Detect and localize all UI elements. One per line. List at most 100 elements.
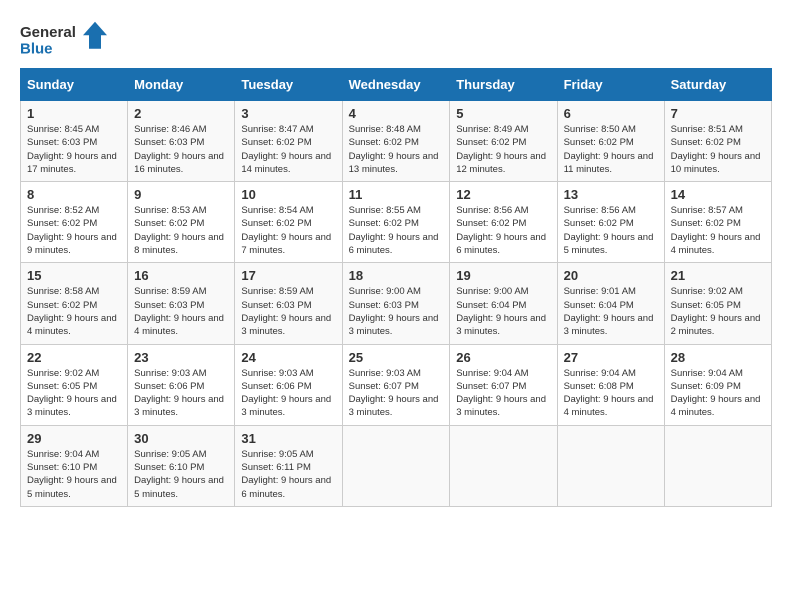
day-number: 21 xyxy=(671,268,765,283)
weekday-header-sunday: Sunday xyxy=(21,69,128,101)
calendar-cell: 1 Sunrise: 8:45 AMSunset: 6:03 PMDaylight… xyxy=(21,101,128,182)
day-info: Sunrise: 8:53 AMSunset: 6:02 PMDaylight:… xyxy=(134,204,228,257)
day-number: 1 xyxy=(27,106,121,121)
calendar-cell: 29Sunrise: 9:04 AMSunset: 6:10 PMDayligh… xyxy=(21,425,128,506)
header: GeneralBlue xyxy=(20,20,772,58)
calendar-cell: 23 Sunrise: 9:03 AMSunset: 6:06 PMDayligh… xyxy=(128,344,235,425)
day-info: Sunrise: 8:59 AMSunset: 6:03 PMDaylight:… xyxy=(241,285,335,338)
day-number: 13 xyxy=(564,187,658,202)
calendar-cell: 5 Sunrise: 8:49 AMSunset: 6:02 PMDaylight… xyxy=(450,101,557,182)
day-number: 22 xyxy=(27,350,121,365)
day-info: Sunrise: 9:04 AMSunset: 6:08 PMDaylight:… xyxy=(564,367,658,420)
calendar-cell: 3 Sunrise: 8:47 AMSunset: 6:02 PMDaylight… xyxy=(235,101,342,182)
calendar-cell xyxy=(664,425,771,506)
day-info: Sunrise: 8:58 AMSunset: 6:02 PMDaylight:… xyxy=(27,285,121,338)
week-row-3: 15 Sunrise: 8:58 AMSunset: 6:02 PMDayligh… xyxy=(21,263,772,344)
day-number: 16 xyxy=(134,268,228,283)
day-number: 8 xyxy=(27,187,121,202)
day-info: Sunrise: 8:56 AMSunset: 6:02 PMDaylight:… xyxy=(564,204,658,257)
day-number: 11 xyxy=(349,187,444,202)
day-info: Sunrise: 8:47 AMSunset: 6:02 PMDaylight:… xyxy=(241,123,335,176)
day-info: Sunrise: 8:46 AMSunset: 6:03 PMDaylight:… xyxy=(134,123,228,176)
calendar-cell: 17 Sunrise: 8:59 AMSunset: 6:03 PMDayligh… xyxy=(235,263,342,344)
day-number: 25 xyxy=(349,350,444,365)
calendar-cell: 14 Sunrise: 8:57 AMSunset: 6:02 PMDayligh… xyxy=(664,182,771,263)
day-info: Sunrise: 9:02 AMSunset: 6:05 PMDaylight:… xyxy=(27,367,121,420)
day-info: Sunrise: 9:00 AMSunset: 6:03 PMDaylight:… xyxy=(349,285,444,338)
calendar-cell: 15 Sunrise: 8:58 AMSunset: 6:02 PMDayligh… xyxy=(21,263,128,344)
week-row-2: 8 Sunrise: 8:52 AMSunset: 6:02 PMDaylight… xyxy=(21,182,772,263)
day-info: Sunrise: 8:49 AMSunset: 6:02 PMDaylight:… xyxy=(456,123,550,176)
calendar-cell: 16 Sunrise: 8:59 AMSunset: 6:03 PMDayligh… xyxy=(128,263,235,344)
calendar-cell: 20 Sunrise: 9:01 AMSunset: 6:04 PMDayligh… xyxy=(557,263,664,344)
day-info: Sunrise: 8:57 AMSunset: 6:02 PMDaylight:… xyxy=(671,204,765,257)
day-number: 5 xyxy=(456,106,550,121)
calendar-cell: 2 Sunrise: 8:46 AMSunset: 6:03 PMDaylight… xyxy=(128,101,235,182)
calendar: SundayMondayTuesdayWednesdayThursdayFrid… xyxy=(20,68,772,507)
calendar-cell: 8 Sunrise: 8:52 AMSunset: 6:02 PMDaylight… xyxy=(21,182,128,263)
calendar-cell: 22 Sunrise: 9:02 AMSunset: 6:05 PMDayligh… xyxy=(21,344,128,425)
calendar-cell: 21 Sunrise: 9:02 AMSunset: 6:05 PMDayligh… xyxy=(664,263,771,344)
day-number: 23 xyxy=(134,350,228,365)
day-number: 10 xyxy=(241,187,335,202)
week-row-1: 1 Sunrise: 8:45 AMSunset: 6:03 PMDaylight… xyxy=(21,101,772,182)
day-number: 28 xyxy=(671,350,765,365)
day-number: 30 xyxy=(134,431,228,446)
weekday-header-thursday: Thursday xyxy=(450,69,557,101)
calendar-cell: 31 Sunrise: 9:05 AMSunset: 6:11 PMDayligh… xyxy=(235,425,342,506)
day-number: 19 xyxy=(456,268,550,283)
day-number: 29 xyxy=(27,431,121,446)
calendar-cell: 24 Sunrise: 9:03 AMSunset: 6:06 PMDayligh… xyxy=(235,344,342,425)
day-number: 20 xyxy=(564,268,658,283)
logo-svg: GeneralBlue xyxy=(20,20,110,58)
calendar-cell: 25 Sunrise: 9:03 AMSunset: 6:07 PMDayligh… xyxy=(342,344,450,425)
calendar-cell: 4 Sunrise: 8:48 AMSunset: 6:02 PMDaylight… xyxy=(342,101,450,182)
week-row-4: 22 Sunrise: 9:02 AMSunset: 6:05 PMDayligh… xyxy=(21,344,772,425)
day-info: Sunrise: 9:05 AMSunset: 6:10 PMDaylight:… xyxy=(134,448,228,501)
day-info: Sunrise: 8:59 AMSunset: 6:03 PMDaylight:… xyxy=(134,285,228,338)
weekday-header-tuesday: Tuesday xyxy=(235,69,342,101)
day-info: Sunrise: 8:51 AMSunset: 6:02 PMDaylight:… xyxy=(671,123,765,176)
day-number: 14 xyxy=(671,187,765,202)
calendar-cell: 13 Sunrise: 8:56 AMSunset: 6:02 PMDayligh… xyxy=(557,182,664,263)
day-number: 9 xyxy=(134,187,228,202)
day-info: Sunrise: 8:50 AMSunset: 6:02 PMDaylight:… xyxy=(564,123,658,176)
logo: GeneralBlue xyxy=(20,20,110,58)
day-number: 26 xyxy=(456,350,550,365)
calendar-cell: 30 Sunrise: 9:05 AMSunset: 6:10 PMDayligh… xyxy=(128,425,235,506)
day-number: 7 xyxy=(671,106,765,121)
calendar-cell: 28 Sunrise: 9:04 AMSunset: 6:09 PMDayligh… xyxy=(664,344,771,425)
day-number: 31 xyxy=(241,431,335,446)
day-number: 2 xyxy=(134,106,228,121)
calendar-cell: 27Sunrise: 9:04 AMSunset: 6:08 PMDayligh… xyxy=(557,344,664,425)
weekday-header-wednesday: Wednesday xyxy=(342,69,450,101)
day-info: Sunrise: 9:01 AMSunset: 6:04 PMDaylight:… xyxy=(564,285,658,338)
day-info: Sunrise: 9:04 AMSunset: 6:07 PMDaylight:… xyxy=(456,367,550,420)
calendar-cell xyxy=(450,425,557,506)
day-number: 6 xyxy=(564,106,658,121)
day-info: Sunrise: 8:45 AMSunset: 6:03 PMDaylight:… xyxy=(27,123,121,176)
day-number: 12 xyxy=(456,187,550,202)
day-info: Sunrise: 9:04 AMSunset: 6:09 PMDaylight:… xyxy=(671,367,765,420)
day-number: 15 xyxy=(27,268,121,283)
day-number: 3 xyxy=(241,106,335,121)
day-number: 18 xyxy=(349,268,444,283)
day-info: Sunrise: 9:05 AMSunset: 6:11 PMDaylight:… xyxy=(241,448,335,501)
day-number: 24 xyxy=(241,350,335,365)
weekday-header-friday: Friday xyxy=(557,69,664,101)
day-info: Sunrise: 9:03 AMSunset: 6:06 PMDaylight:… xyxy=(241,367,335,420)
day-info: Sunrise: 9:00 AMSunset: 6:04 PMDaylight:… xyxy=(456,285,550,338)
calendar-cell: 11Sunrise: 8:55 AMSunset: 6:02 PMDayligh… xyxy=(342,182,450,263)
day-info: Sunrise: 9:03 AMSunset: 6:06 PMDaylight:… xyxy=(134,367,228,420)
day-info: Sunrise: 8:48 AMSunset: 6:02 PMDaylight:… xyxy=(349,123,444,176)
calendar-cell: 10Sunrise: 8:54 AMSunset: 6:02 PMDayligh… xyxy=(235,182,342,263)
day-info: Sunrise: 8:52 AMSunset: 6:02 PMDaylight:… xyxy=(27,204,121,257)
day-info: Sunrise: 9:02 AMSunset: 6:05 PMDaylight:… xyxy=(671,285,765,338)
day-number: 4 xyxy=(349,106,444,121)
calendar-cell xyxy=(342,425,450,506)
day-info: Sunrise: 9:03 AMSunset: 6:07 PMDaylight:… xyxy=(349,367,444,420)
day-number: 17 xyxy=(241,268,335,283)
calendar-cell: 6 Sunrise: 8:50 AMSunset: 6:02 PMDaylight… xyxy=(557,101,664,182)
calendar-cell: 9 Sunrise: 8:53 AMSunset: 6:02 PMDaylight… xyxy=(128,182,235,263)
svg-text:General: General xyxy=(20,24,76,41)
